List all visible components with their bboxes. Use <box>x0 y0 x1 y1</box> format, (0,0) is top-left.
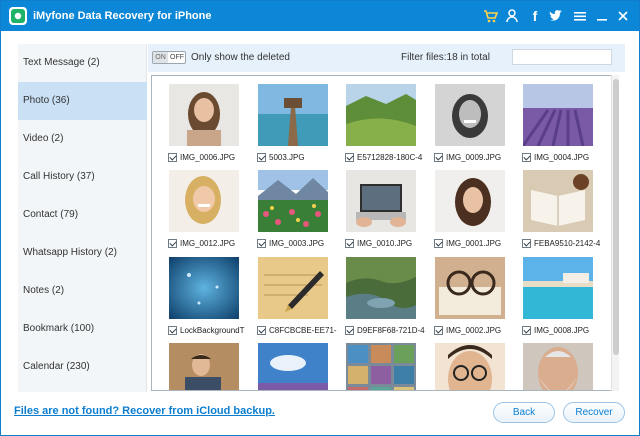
minimize-icon[interactable] <box>594 8 610 24</box>
photo-checkbox[interactable] <box>345 239 354 248</box>
facebook-icon[interactable]: f <box>527 8 543 24</box>
filter-count: Filter files:18 in total <box>401 52 490 63</box>
back-button[interactable]: Back <box>493 402 555 423</box>
photo-checkbox[interactable] <box>168 326 177 335</box>
photo-filename: E5712828-180C-4 <box>357 153 423 162</box>
cart-icon[interactable] <box>483 8 499 24</box>
sidebar-item-photo[interactable]: Photo (36) <box>18 82 147 120</box>
photo-thumbnail[interactable] <box>258 170 328 232</box>
app-window: iMyfone Data Recovery for iPhone f Text … <box>0 0 640 436</box>
toggle-on-label: ON <box>153 52 168 63</box>
photo-checkbox[interactable] <box>257 239 266 248</box>
scrollbar-thumb[interactable] <box>613 79 619 355</box>
sidebar-item-contact[interactable]: Contact (79) <box>18 196 147 234</box>
photo-thumbnail[interactable] <box>435 257 505 319</box>
sidebar-item-text-message[interactable]: Text Message (2) <box>18 44 147 82</box>
photo-thumbnail[interactable] <box>346 343 416 390</box>
twitter-icon[interactable] <box>548 8 564 24</box>
photo-checkbox[interactable] <box>257 326 266 335</box>
photo-thumbnail[interactable] <box>258 343 328 390</box>
toggle-off-label: OFF <box>170 54 184 61</box>
photo-filename: 5003.JPG <box>269 153 305 162</box>
only-deleted-toggle[interactable]: ON OFF <box>152 51 186 64</box>
recover-button[interactable]: Recover <box>563 402 625 423</box>
photo-checkbox[interactable] <box>168 239 177 248</box>
icloud-recover-link[interactable]: Files are not found? Recover from iCloud… <box>14 405 275 417</box>
photo-thumbnail[interactable] <box>346 84 416 146</box>
photo-filename: C8FCBCBE-EE71- <box>269 326 337 335</box>
photo-filename: IMG_0006.JPG <box>180 153 236 162</box>
photo-thumbnail[interactable] <box>258 257 328 319</box>
search-input[interactable] <box>512 49 612 65</box>
photo-thumbnail[interactable] <box>435 170 505 232</box>
filter-bar: ON OFF Only show the deleted Filter file… <box>148 44 625 72</box>
photo-filename: IMG_0001.JPG <box>446 239 502 248</box>
photo-filename: IMG_0010.JPG <box>357 239 413 248</box>
photo-filename: IMG_0003.JPG <box>269 239 325 248</box>
photo-checkbox[interactable] <box>168 153 177 162</box>
photo-checkbox[interactable] <box>522 326 531 335</box>
sidebar-item-video[interactable]: Video (2) <box>18 120 147 158</box>
photo-thumbnail[interactable] <box>523 170 593 232</box>
only-deleted-label: Only show the deleted <box>191 52 290 63</box>
photo-thumbnail[interactable] <box>435 84 505 146</box>
photo-filename: IMG_0012.JPG <box>180 239 236 248</box>
photo-thumbnail[interactable] <box>523 84 593 146</box>
user-key-icon[interactable] <box>505 8 521 24</box>
menu-icon[interactable] <box>572 8 588 24</box>
photo-thumbnail[interactable] <box>258 84 328 146</box>
photo-filename: LockBackgroundT <box>180 326 245 335</box>
photo-checkbox[interactable] <box>345 153 354 162</box>
sidebar-item-calendar[interactable]: Calendar (230) <box>18 348 147 386</box>
photo-checkbox[interactable] <box>522 239 531 248</box>
sidebar-item-bookmark[interactable]: Bookmark (100) <box>18 310 147 348</box>
sidebar-item-notes[interactable]: Notes (2) <box>18 272 147 310</box>
photo-thumbnail[interactable] <box>169 257 239 319</box>
photo-thumbnail[interactable] <box>523 257 593 319</box>
close-icon[interactable] <box>615 8 631 24</box>
photo-filename: IMG_0009.JPG <box>446 153 502 162</box>
photo-checkbox[interactable] <box>434 326 443 335</box>
photo-thumbnail[interactable] <box>435 343 505 390</box>
sidebar-item-whatsapp-history[interactable]: Whatsapp History (2) <box>18 234 147 272</box>
window-title: iMyfone Data Recovery for iPhone <box>33 10 212 22</box>
photo-checkbox[interactable] <box>522 153 531 162</box>
photo-checkbox[interactable] <box>257 153 266 162</box>
photo-filename: IMG_0008.JPG <box>534 326 590 335</box>
photo-filename: D9EF8F68-721D-4 <box>357 326 425 335</box>
photo-filename: IMG_0004.JPG <box>534 153 590 162</box>
photo-checkbox[interactable] <box>434 239 443 248</box>
photo-thumbnail[interactable] <box>169 343 239 390</box>
photo-thumbnail[interactable] <box>523 343 593 390</box>
photo-checkbox[interactable] <box>345 326 354 335</box>
category-sidebar: Text Message (2) Photo (36) Video (2) Ca… <box>18 44 147 392</box>
photo-filename: IMG_0002.JPG <box>446 326 502 335</box>
photo-thumbnail[interactable] <box>346 257 416 319</box>
photo-grid: IMG_0006.JPG 5003.JPG E5712828-180C-4 IMG_0… <box>151 75 619 391</box>
photo-checkbox[interactable] <box>434 153 443 162</box>
photo-thumbnail[interactable] <box>169 170 239 232</box>
photo-thumbnail[interactable] <box>169 84 239 146</box>
title-bar: iMyfone Data Recovery for iPhone f <box>1 1 639 31</box>
sidebar-item-call-history[interactable]: Call History (37) <box>18 158 147 196</box>
photo-thumbnail[interactable] <box>346 170 416 232</box>
photo-filename: FEBA9510-2142-4 <box>534 239 601 248</box>
app-logo-icon <box>9 7 27 25</box>
grid-scrollbar[interactable] <box>611 75 619 391</box>
